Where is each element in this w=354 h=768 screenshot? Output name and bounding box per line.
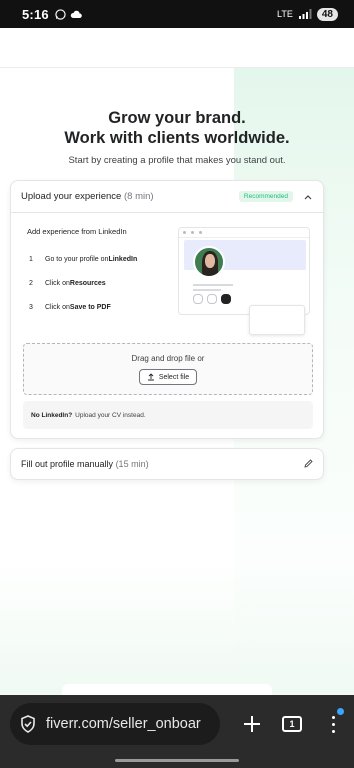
upload-experience-card: Upload your experience (8 min) Recommend… [10,180,324,439]
step-item: 1 Go to your profile on LinkedIn [29,247,137,271]
step-text: Click on [45,303,70,311]
step-text: Click on [45,279,70,287]
page-header-area [0,28,354,68]
shield-icon[interactable] [20,715,36,733]
file-dropzone[interactable]: Drag and drop file or Select file [23,343,313,395]
select-file-button[interactable]: Select file [138,369,198,385]
battery-indicator: 48 [316,7,338,21]
step-text: Go to your profile on [45,255,109,263]
preview-resources-button: ​​​​​​​​ [221,294,231,304]
upload-card-duration: (8 min) [123,191,154,202]
no-linkedin-note: No LinkedIn? Upload your CV instead. [23,401,313,429]
upload-card-header[interactable]: Upload your experience (8 min) Recommend… [11,181,323,213]
preview-avatar [193,246,225,278]
step-bold: Resources [69,279,106,287]
plus-icon[interactable] [240,715,264,733]
step-number: 3 [29,303,33,311]
upload-icon [147,373,154,381]
manual-card-duration: (15 min) [115,459,149,469]
manual-card-title: Fill out profile manually (15 min) [21,459,149,469]
upload-card-title: Upload your experience (8 min) [21,191,154,202]
step-item: 2 Click on Resources [29,271,137,295]
signal-icon [298,9,312,19]
status-bar: 5:16 LTE 48 [0,0,354,28]
network-type: LTE [277,9,293,19]
select-file-label: Select file [158,373,190,381]
manual-profile-card[interactable]: Fill out profile manually (15 min) [10,448,324,480]
status-time: 5:16 [22,6,49,22]
manual-card-title-text: Fill out profile manually [21,459,114,469]
recommended-badge: Recommended [238,191,293,202]
menu-icon[interactable] [330,707,344,735]
tabs-icon[interactable]: 1 [282,716,302,732]
preview-buttons: ​​​​​​ ​​​​​​​​ ​​​​​​​​ [193,294,231,304]
chevron-up-icon[interactable] [303,192,313,202]
pencil-icon[interactable] [304,458,313,470]
step-bold: LinkedIn [108,255,138,263]
preview-text-lines [193,284,233,294]
no-linkedin-text: Upload your CV instead. [75,411,146,419]
step-item: 3 Click on Save to PDF [29,295,137,319]
cloud-icon [70,10,82,18]
hero: Grow your brand. Work with clients world… [0,108,354,166]
hero-subtitle: Start by creating a profile that makes y… [68,155,286,166]
step-number: 1 [29,255,33,263]
preview-dropdown-menu [249,305,305,335]
notification-dot [337,707,344,715]
hero-title-line2: Work with clients worldwide. [64,129,290,147]
browser-toolbar: fiverr.com/seller_onboar 1 [0,695,354,753]
preview-button: ​​​​​​ [193,294,203,304]
hero-title-line1: Grow your brand. [108,109,246,127]
step-bold: Save to PDF [69,303,111,311]
status-right: LTE 48 [277,7,338,21]
dropzone-text: Drag and drop file or [131,354,205,363]
system-nav-bar [0,753,354,768]
preview-toolbar [179,228,309,238]
home-indicator[interactable] [115,759,239,762]
preview-button: ​​​​​​​​ [207,294,217,304]
status-notification-icons [55,8,82,20]
whatsapp-icon [55,8,66,20]
step-number: 2 [29,279,33,287]
linkedin-preview-illustration: ​​​​​​ ​​​​​​​​ ​​​​​​​​ [178,227,310,335]
linkedin-steps: 1 Go to your profile on LinkedIn 2 Click… [29,247,137,319]
upload-card-title-text: Upload your experience [21,191,122,202]
background-decoration-bottom [0,560,354,695]
linkedin-heading: Add experience from LinkedIn [27,227,127,236]
no-linkedin-bold: No LinkedIn? [31,411,73,419]
url-text: fiverr.com/seller_onboar [46,716,201,732]
address-bar[interactable]: fiverr.com/seller_onboar [10,703,220,745]
